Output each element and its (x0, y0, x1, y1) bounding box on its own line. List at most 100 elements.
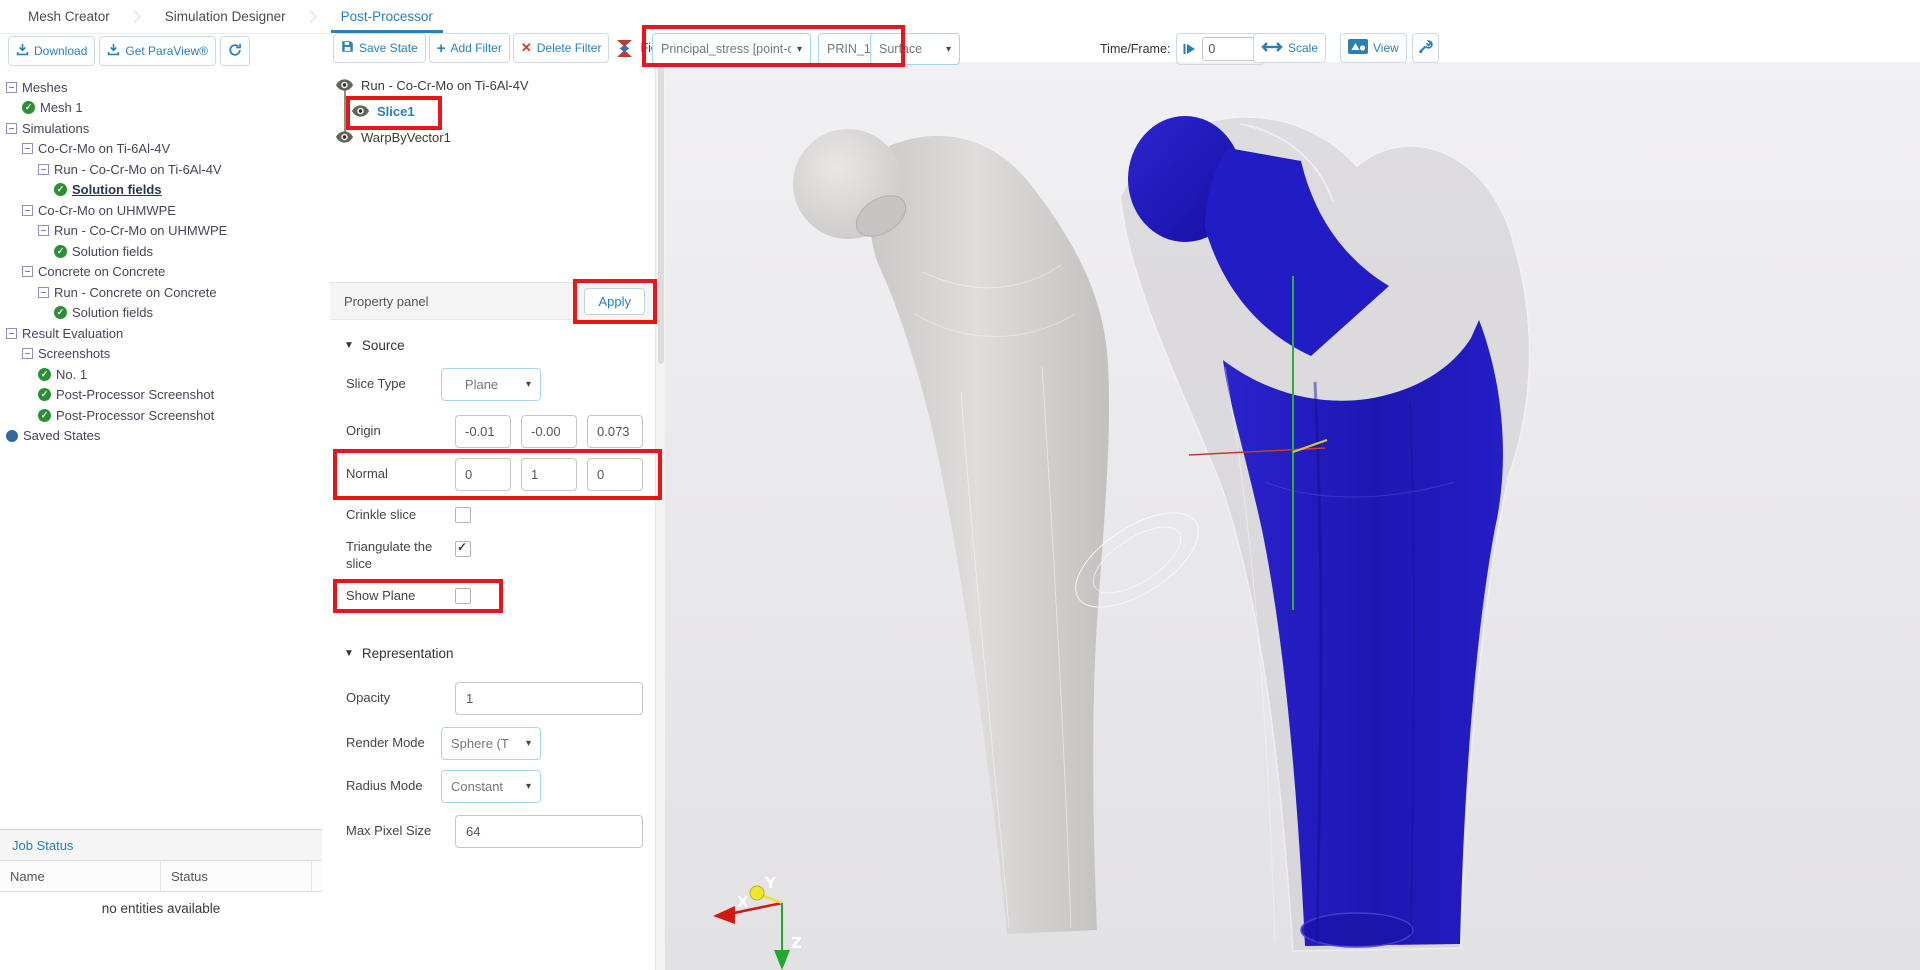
tools-button[interactable] (1412, 33, 1439, 63)
source-section-header[interactable]: ▼ Source (330, 336, 655, 354)
representation-section-title: Representation (361, 645, 454, 661)
save-state-button[interactable]: Save State (333, 33, 426, 63)
time-frame-input[interactable] (1202, 37, 1259, 61)
normal-x-input[interactable] (455, 458, 511, 491)
tree-item[interactable]: Simulations (0, 118, 322, 139)
tree-item[interactable]: Run - Co-Cr-Mo on Ti-6Al-4V (0, 159, 322, 180)
tree-item[interactable]: Meshes (0, 77, 322, 98)
tree-item[interactable]: Solution fields (0, 241, 322, 262)
visibility-eye-icon[interactable] (336, 131, 353, 143)
max-pixel-size-input[interactable] (455, 815, 643, 848)
tools-icon (1418, 39, 1433, 57)
tree-item[interactable]: Run - Co-Cr-Mo on UHMWPE (0, 221, 322, 242)
slice-type-dropdown[interactable]: Plane ▾ (441, 368, 541, 401)
delete-filter-button[interactable]: ✕ Delete Filter (512, 33, 610, 63)
visibility-eye-icon[interactable] (336, 79, 353, 91)
tab-label: Simulation Designer (164, 9, 286, 24)
project-tree: Meshes Mesh 1 Simulations Co-Cr-Mo on Ti… (0, 69, 322, 830)
tree-item[interactable]: Solution fields (0, 180, 322, 201)
tree-item[interactable]: Concrete on Concrete (0, 262, 322, 283)
add-filter-button[interactable]: + Add Filter (428, 33, 510, 63)
app-tab[interactable]: Mesh Creator (14, 0, 151, 33)
postprocessor-toolbar: Save State + Add Filter ✕ Delete Filter … (330, 25, 1920, 67)
tree-item-label: Result Evaluation (22, 325, 124, 341)
job-status-empty-text: no entities available (101, 901, 221, 916)
pipeline-item[interactable]: Run - Co-Cr-Mo on Ti-6Al-4V (330, 72, 655, 98)
chevron-down-icon: ▾ (525, 738, 531, 749)
triangulate-checkbox[interactable] (455, 540, 471, 558)
app-tab[interactable]: Simulation Designer (151, 0, 327, 33)
crinkle-slice-checkbox[interactable] (455, 507, 471, 524)
tree-item[interactable]: Run - Concrete on Concrete (0, 282, 322, 303)
tree-item-icon (22, 101, 35, 115)
tree-item[interactable]: Mesh 1 (0, 98, 322, 119)
tree-item-label: Simulations (22, 120, 90, 136)
job-status-title: Job Status (0, 830, 322, 861)
tree-item[interactable]: Co-Cr-Mo on UHMWPE (0, 200, 322, 221)
time-frame-label: Time/Frame: (1100, 42, 1171, 56)
play-icon[interactable] (1183, 43, 1196, 55)
tab-label: Mesh Creator (28, 9, 110, 24)
orientation-axes-widget: X Y Z (713, 874, 802, 970)
origin-z-input[interactable] (587, 415, 643, 448)
tree-item[interactable]: Post-Processor Screenshot (0, 405, 322, 426)
delete-filter-label: Delete Filter (536, 41, 602, 55)
radius-mode-label: Radius Mode (346, 778, 423, 794)
pipeline-item[interactable]: Slice1 (330, 96, 655, 130)
tree-item-label: Co-Cr-Mo on UHMWPE (38, 202, 176, 218)
scale-button[interactable]: Scale (1253, 33, 1327, 63)
show-plane-checkbox[interactable] (455, 587, 471, 604)
representation-dropdown[interactable]: Surface ▾ (870, 33, 960, 65)
tree-item-label: Run - Co-Cr-Mo on Ti-6Al-4V (54, 161, 222, 177)
download-button[interactable]: Download (8, 36, 96, 66)
tree-item-icon (6, 429, 18, 442)
tree-item[interactable]: Post-Processor Screenshot (0, 385, 322, 406)
visibility-eye-icon[interactable] (352, 105, 369, 117)
origin-label: Origin (346, 423, 381, 439)
view-button[interactable]: View (1340, 33, 1407, 63)
chevron-down-icon: ▾ (525, 379, 531, 390)
filter-legend-icon[interactable] (617, 39, 633, 57)
add-filter-label: Add Filter (450, 41, 502, 55)
radius-mode-dropdown[interactable]: Constant ▾ (441, 770, 541, 803)
origin-y-input[interactable] (521, 415, 577, 448)
breadcrumb-chevron-icon (127, 10, 141, 23)
tree-item[interactable]: No. 1 (0, 364, 322, 385)
render-viewport[interactable]: X Y Z (665, 62, 1920, 970)
origin-x-input[interactable] (455, 415, 511, 448)
render-mode-label: Render Mode (346, 735, 425, 751)
get-paraview-button[interactable]: Get ParaView® (99, 36, 217, 66)
save-icon (341, 40, 354, 56)
tree-item[interactable]: Saved States (0, 426, 322, 447)
job-status-header-row: Name Status (0, 861, 322, 892)
opacity-input[interactable] (455, 682, 643, 715)
field-dropdown[interactable]: Principal_stress [point-data] ▾ (652, 33, 811, 65)
panel-splitter[interactable] (322, 33, 330, 970)
tree-item-label: No. 1 (56, 366, 88, 382)
axis-x-label: X (737, 893, 749, 911)
property-panel-header: Property panel Apply (330, 278, 657, 324)
normal-y-input[interactable] (521, 458, 577, 491)
normal-z-input[interactable] (587, 458, 643, 491)
tab-label: Post-Processor (331, 0, 443, 33)
get-paraview-label: Get ParaView® (125, 44, 209, 58)
scale-arrows-icon (1261, 41, 1283, 55)
apply-button[interactable]: Apply (584, 287, 645, 315)
tree-item[interactable]: Solution fields (0, 303, 322, 324)
pipeline-item-label: Slice1 (377, 103, 415, 119)
show-plane-row: Show Plane (330, 578, 655, 613)
tree-item-label: Post-Processor Screenshot (56, 387, 215, 403)
collapse-triangle-icon: ▼ (344, 339, 354, 351)
app-tab[interactable]: Post-Processor (327, 0, 447, 33)
normal-row: Normal (330, 449, 662, 500)
tree-item-icon (54, 306, 67, 320)
job-status-panel: Job Status Name Status no entities avail… (0, 829, 322, 970)
render-mode-dropdown[interactable]: Sphere (T ▾ (441, 727, 541, 760)
tree-item-icon (6, 122, 17, 134)
pipeline-item[interactable]: WarpByVector1 (330, 124, 655, 150)
tree-item[interactable]: Screenshots (0, 344, 322, 365)
representation-section-header[interactable]: ▼ Representation (330, 644, 655, 662)
tree-item[interactable]: Co-Cr-Mo on Ti-6Al-4V (0, 139, 322, 160)
refresh-button[interactable] (220, 36, 251, 66)
tree-item[interactable]: Result Evaluation (0, 323, 322, 344)
